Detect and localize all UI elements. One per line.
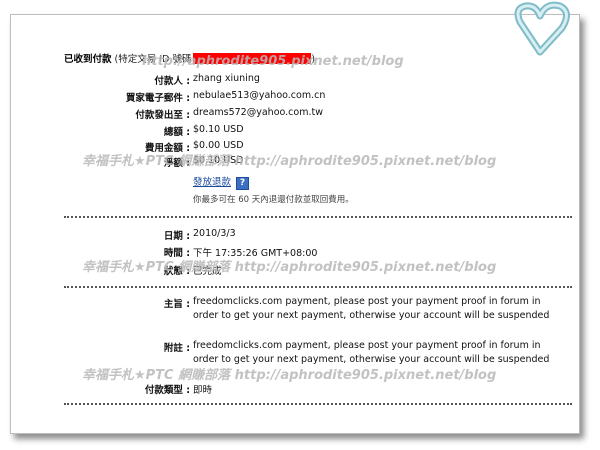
divider — [64, 286, 572, 288]
note-label: 附註 : — [163, 343, 190, 354]
header-title: 已收到付款 — [64, 54, 112, 65]
payment-received-header: 已收到付款 (特定文易 ID 號碼) — [64, 51, 315, 65]
buyer-email-label: 買家電子郵件 : — [125, 93, 190, 104]
help-icon[interactable]: ? — [236, 177, 250, 190]
refund-note: 你最多可在 60 天內退還付款並取回費用。 — [193, 195, 354, 205]
sent-to-value: dreams572@yahoo.com.tw — [193, 107, 323, 118]
time-value: 下午 17:35:26 GMT+08:00 — [193, 248, 318, 259]
net-value: $0.10 USD — [193, 155, 244, 166]
status-label: 狀態 : — [163, 266, 190, 277]
gross-value: $0.10 USD — [193, 124, 244, 135]
fee-label: 費用金額 : — [144, 143, 190, 154]
transaction-id-label: (特定文易 ID 號碼 — [114, 54, 192, 65]
note-value: freedomclicks.com payment, please post y… — [193, 340, 550, 365]
heart-decoration-icon — [514, 1, 570, 56]
payment-type-label: 付款類型 : — [144, 385, 190, 396]
net-label: 淨額 : — [163, 158, 190, 169]
payer-label: 付款人 : — [154, 76, 190, 87]
transaction-id-close: ) — [311, 54, 316, 65]
issue-refund-link[interactable]: 發放退款 — [193, 177, 231, 188]
time-label: 時間 : — [163, 248, 190, 259]
sent-to-label: 付款發出至 : — [135, 110, 190, 121]
payer-value: zhang xiuning — [193, 73, 260, 84]
date-label: 日期 : — [163, 231, 190, 242]
divider — [64, 216, 572, 218]
date-value: 2010/3/3 — [193, 228, 236, 239]
payment-type-value: 即時 — [193, 385, 213, 396]
gross-label: 總額 : — [163, 127, 190, 138]
fee-value: $0.00 USD — [193, 140, 244, 151]
buyer-email-value: nebulae513@yahoo.com.cn — [193, 90, 326, 101]
divider — [64, 403, 572, 405]
subject-label: 主旨 : — [163, 299, 190, 310]
redacted-transaction-id — [193, 53, 312, 64]
photo-frame — [10, 14, 580, 434]
subject-value: freedomclicks.com payment, please post y… — [193, 296, 550, 321]
status-value: 已完成 — [193, 266, 222, 277]
refund-row: 發放退款? — [193, 174, 250, 190]
